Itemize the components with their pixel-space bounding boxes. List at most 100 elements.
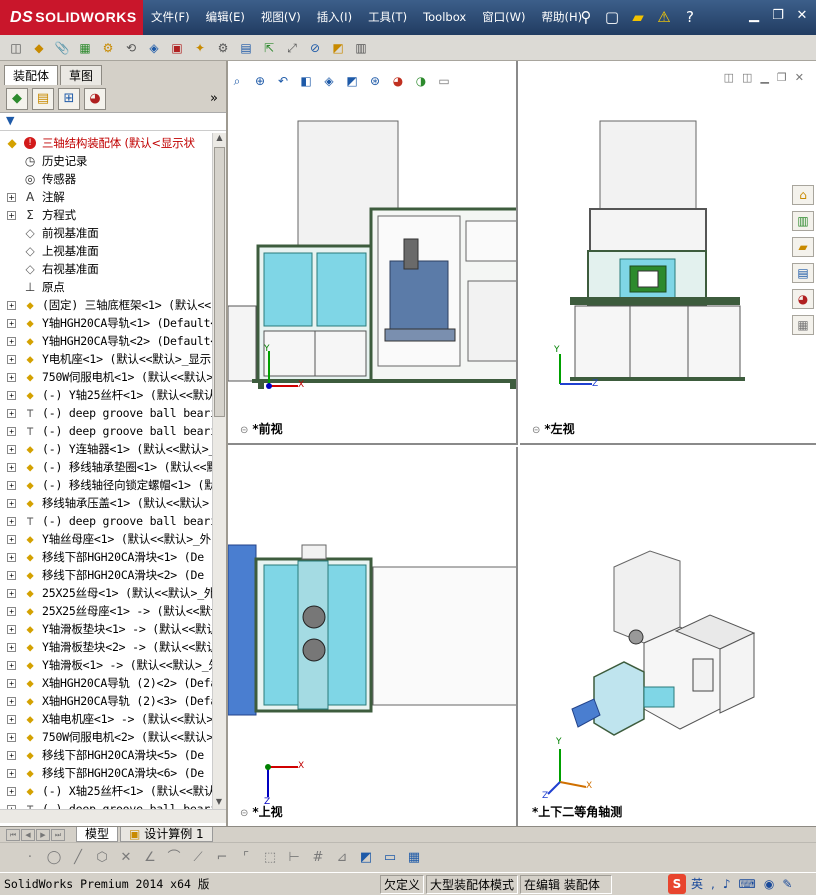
last-tab-icon[interactable]: ⏭ [51,828,65,841]
expand-toggle-icon[interactable]: + [7,625,16,634]
expand-toggle-icon[interactable]: + [7,193,16,202]
view-palette-icon[interactable]: ▤ [792,263,814,283]
expand-toggle-icon[interactable]: + [7,481,16,490]
first-tab-icon[interactable]: ⏮ [6,828,20,841]
tree-horizontal-scrollbar[interactable] [0,809,226,823]
expand-toggle-icon[interactable]: + [7,715,16,724]
line-icon[interactable]: ╱ [68,848,88,868]
minimize-icon[interactable]: ▁ [744,6,764,26]
tree-item[interactable]: ◎ 传感器 [0,170,212,188]
custom-properties-icon[interactable]: ▦ [792,315,814,335]
expand-toggle-icon[interactable]: + [7,589,16,598]
viewport-minimize-icon[interactable]: ▁ [760,71,768,84]
tree-item[interactable]: + ◆ 25X25丝母座<1> -> (默认<<默认 [0,602,212,620]
menu-toolbox[interactable]: Toolbox [415,0,474,35]
section-view-icon[interactable]: ◧ [297,72,315,90]
hide-show-icon[interactable]: ⊛ [366,72,384,90]
tree-item[interactable]: + ◆ 移线下部HGH20CA滑块<5> (De [0,746,212,764]
help-icon[interactable]: ? [680,6,700,28]
view-orientation-icon[interactable]: ◈ [320,72,338,90]
file-explorer-icon[interactable]: ▰ [792,237,814,257]
tree-item[interactable]: +⊤(-) deep groove ball bearing [0,512,212,530]
appearances-icon[interactable]: ◕ [792,289,814,309]
close-icon[interactable]: ✕ [792,6,812,26]
tree-item[interactable]: + ◆ (-) Y连轴器<1> (默认<<默认>_ [0,440,212,458]
menu-insert[interactable]: 插入(I) [309,0,360,35]
large-assembly-icon[interactable]: ▥ [351,38,371,58]
tree-item[interactable]: + ◆ Y轴滑板垫块<1> -> (默认<<默认 [0,620,212,638]
expand-toggle-icon[interactable]: + [7,409,16,418]
viewport-front[interactable]: Y X ⊝ *前视 ⌕ ⊕ ↶ ◧ ◈ ◩ ⊛ ◕ ◑ ▭ [228,61,518,445]
ime-skin-icon[interactable]: ◉ [761,874,777,894]
viewport-restore-icon[interactable]: ❐ [777,71,787,84]
zoom-to-fit-icon[interactable]: ⌕ [228,72,246,90]
expand-toggle-icon[interactable]: + [7,607,16,616]
offset-icon[interactable]: ⌐ [212,848,232,868]
tree-item[interactable]: + ◆ Y轴HGH20CA导轨<2> (Default<< [0,332,212,350]
assembly-features-icon[interactable]: ▣ [167,38,187,58]
expand-toggle-icon[interactable]: + [7,751,16,760]
tree-item[interactable]: + ◆ Y轴滑板垫块<2> -> (默认<<默认 [0,638,212,656]
interference-icon[interactable]: ⊘ [305,38,325,58]
configuration-manager-icon[interactable]: ⊞ [58,87,80,110]
reference-geometry-icon[interactable]: ✦ [190,38,210,58]
trim-icon[interactable]: ✕ [116,848,136,868]
menu-window[interactable]: 窗口(W) [474,0,533,35]
explode-line-icon[interactable]: ⤢ [282,38,302,58]
solidworks-logo[interactable]: DS SOLIDWORKS [0,0,143,35]
tree-item[interactable]: + ◆ 750W伺服电机<2> (默认<<默认> [0,728,212,746]
polygon-icon[interactable]: ⬡ [92,848,112,868]
grid-icon[interactable]: # [308,848,328,868]
dashed-rect-icon[interactable]: ⬚ [260,848,280,868]
tree-item[interactable]: + ◆ X轴HGH20CA导轨 (2)<3> (Defau [0,692,212,710]
angle-icon[interactable]: ∠ [140,848,160,868]
property-manager-icon[interactable]: ▤ [32,87,54,110]
tree-item[interactable]: + Σ 方程式 [0,206,212,224]
scrollbar-thumb[interactable] [214,147,225,417]
circle-icon[interactable]: ◯ [44,848,64,868]
tree-item[interactable]: + ◆ Y电机座<1> (默认<<默认>_显示 [0,350,212,368]
show-hidden-icon[interactable]: ◈ [144,38,164,58]
split-horizontal-icon[interactable]: ◫ [724,71,734,84]
expand-toggle-icon[interactable]: + [7,571,16,580]
ime-tools-icon[interactable]: ✎ [779,874,795,894]
expand-panel-icon[interactable]: » [210,91,218,106]
scroll-down-icon[interactable]: ▼ [213,797,225,809]
ime-voice-icon[interactable]: ♪ [720,874,734,894]
tab-design-study[interactable]: ▣ 设计算例 1 [120,827,213,842]
expand-toggle-icon[interactable]: + [7,679,16,688]
insert-component-icon[interactable]: ◆ [29,38,49,58]
zoom-to-area-icon[interactable]: ⊕ [251,72,269,90]
display-style-icon[interactable]: ◩ [343,72,361,90]
tree-item[interactable]: + ◆ Y轴HGH20CA导轨<1> (Default<< [0,314,212,332]
home-icon[interactable]: ⌂ [792,185,814,205]
prev-tab-icon[interactable]: ◀ [21,828,35,841]
fillet-icon[interactable]: ⌒ [164,848,184,868]
expand-toggle-icon[interactable]: + [7,535,16,544]
viewport-close-icon[interactable]: ✕ [795,71,804,84]
relation-icon[interactable]: ⊿ [332,848,352,868]
tree-item[interactable]: +⊤(-) deep groove ball bearing [0,404,212,422]
expand-toggle-icon[interactable]: + [7,445,16,454]
scroll-up-icon[interactable]: ▲ [213,133,226,145]
tab-sketch[interactable]: 草图 [60,65,103,85]
tree-item[interactable]: + ◆ X轴HGH20CA导轨 (2)<2> (Defau [0,674,212,692]
tree-item[interactable]: +⊤(-) deep groove ball bearing [0,800,212,809]
expand-toggle-icon[interactable]: + [7,733,16,742]
expand-toggle-icon[interactable]: + [7,661,16,670]
tree-item[interactable]: ◷ 历史记录 [0,152,212,170]
expand-toggle-icon[interactable]: + [7,697,16,706]
pin-icon[interactable]: ⚲ [576,6,596,28]
window-icon[interactable]: ▭ [380,848,400,868]
smart-fasteners-icon[interactable]: ⚙ [98,38,118,58]
expand-toggle-icon[interactable]: + [7,517,16,526]
viewport-isometric[interactable]: Y X Z *上下二等角轴测 [520,447,816,826]
expand-toggle-icon[interactable]: + [7,643,16,652]
expand-toggle-icon[interactable]: + [7,553,16,562]
bill-of-materials-icon[interactable]: ▤ [236,38,256,58]
tree-item[interactable]: + ◆ (-) Y轴25丝杆<1> (默认<<默认 [0,386,212,404]
move-component-icon[interactable]: ⟲ [121,38,141,58]
new-document-icon[interactable]: ▢ [602,6,622,28]
tree-item[interactable]: +⊤(-) deep groove ball bearing [0,422,212,440]
tree-item[interactable]: + A 注解 [0,188,212,206]
